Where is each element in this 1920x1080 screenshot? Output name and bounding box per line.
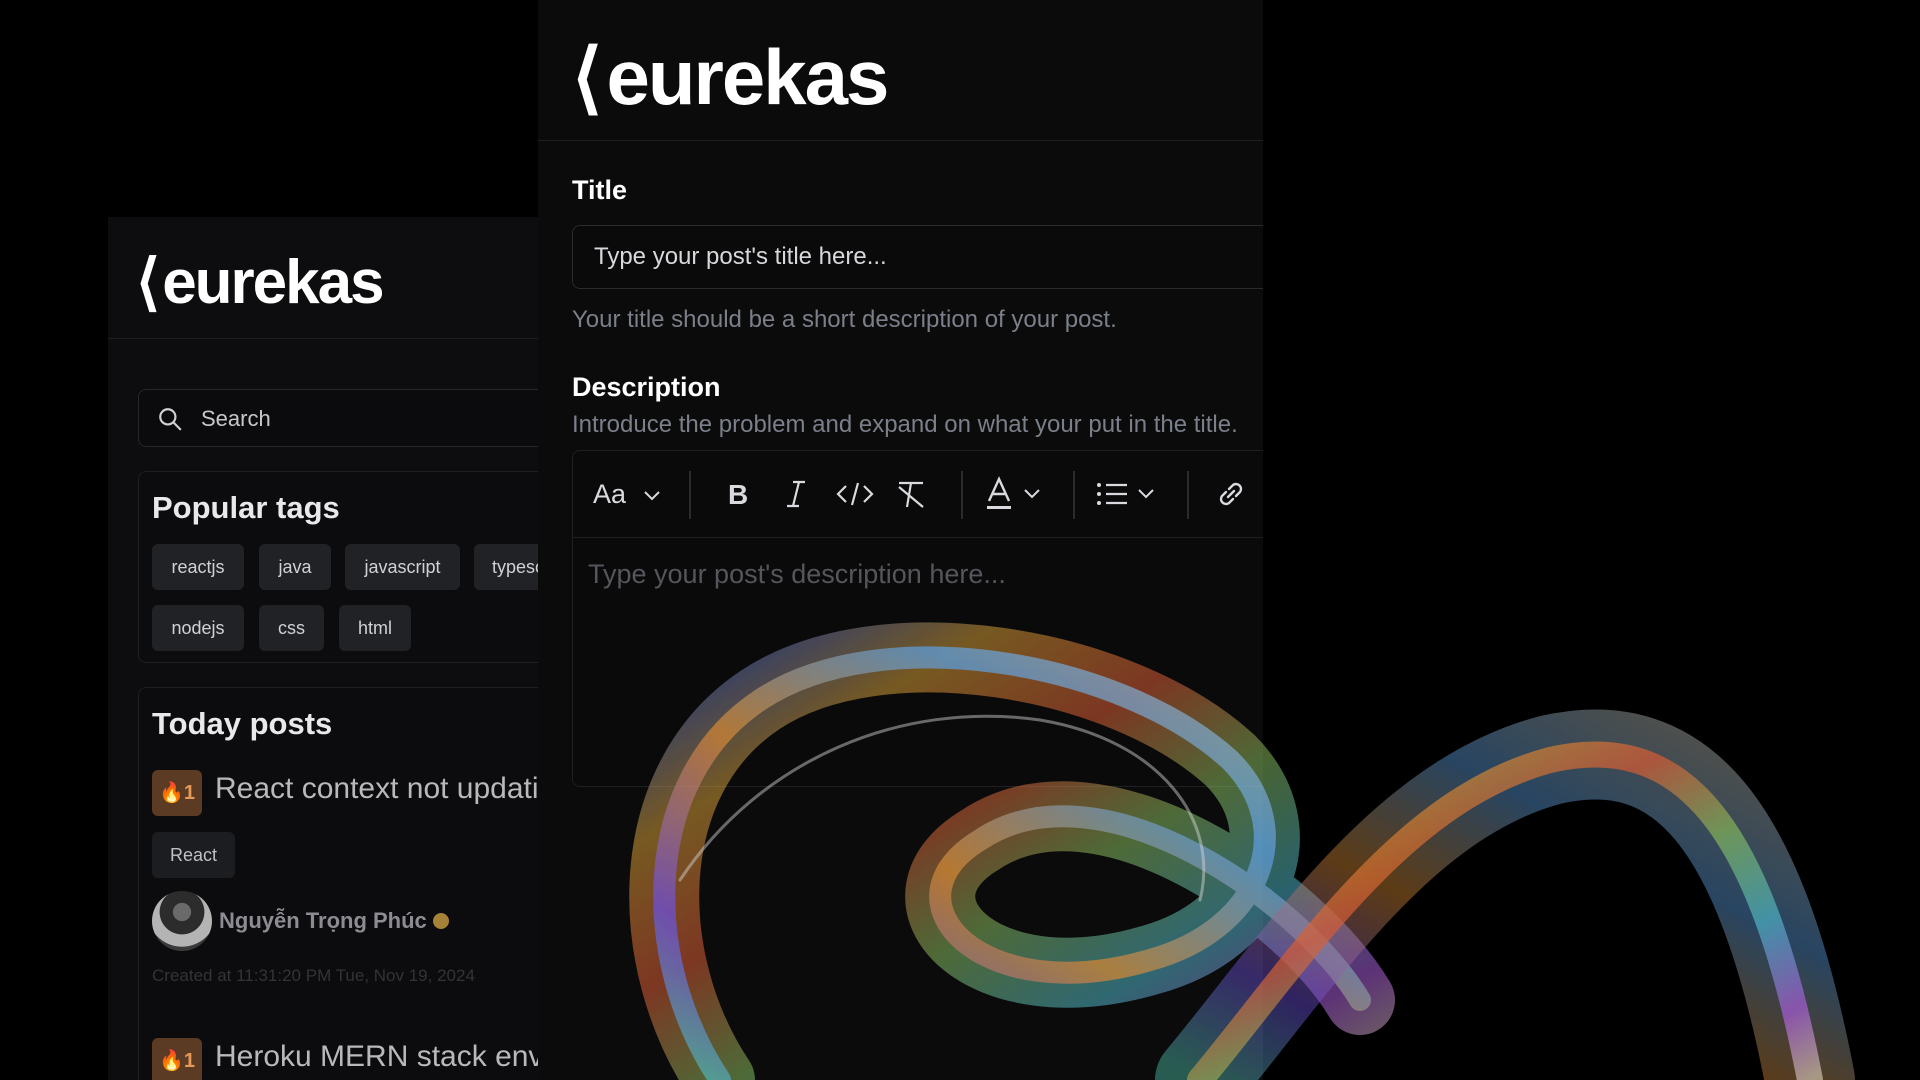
- logo-mark-icon: ⟨: [136, 248, 160, 317]
- description-editor[interactable]: Aa B Type your post's description here..…: [572, 450, 1263, 787]
- list-icon: [1097, 483, 1154, 505]
- italic-button[interactable]: [781, 473, 811, 515]
- background-app-screen: ⟨eurekas Search Popular tags reactjs jav…: [108, 217, 538, 1080]
- font-size-dropdown[interactable]: Aa: [593, 473, 663, 515]
- post-created-time: Created at 11:31:20 PM Tue, Nov 19, 2024: [152, 966, 475, 985]
- popular-tags-card: Popular tags reactjs java javascript typ…: [138, 471, 538, 663]
- eurekas-logo[interactable]: ⟨eurekas: [572, 32, 889, 123]
- popular-tags-heading: Popular tags: [152, 490, 340, 525]
- toolbar-divider: [961, 471, 963, 519]
- post-title-link[interactable]: React context not updating: [215, 772, 538, 806]
- bold-button[interactable]: B: [723, 473, 753, 515]
- font-size-label: Aa: [593, 479, 627, 509]
- text-color-dropdown[interactable]: [985, 473, 1047, 515]
- post-tag-chip[interactable]: React: [152, 832, 236, 878]
- text-color-icon: [987, 476, 1040, 509]
- tag-css[interactable]: css: [259, 605, 324, 651]
- tag-java[interactable]: java: [259, 544, 331, 590]
- tag-typescript[interactable]: typesc: [474, 544, 538, 590]
- italic-icon: [787, 480, 805, 508]
- link-button[interactable]: [1213, 473, 1249, 515]
- vote-badge: 🔥1: [152, 770, 202, 816]
- tag-javascript[interactable]: javascript: [345, 544, 460, 590]
- code-icon: [836, 482, 874, 506]
- title-input[interactable]: Type your post's title here...: [572, 225, 1263, 289]
- editor-header: ⟨eurekas: [538, 0, 1263, 141]
- tag-nodejs[interactable]: nodejs: [152, 605, 244, 651]
- search-placeholder: Search: [201, 406, 271, 431]
- link-icon: [1219, 482, 1243, 506]
- bold-icon: B: [728, 479, 748, 510]
- tag-html[interactable]: html: [339, 605, 411, 651]
- search-input[interactable]: Search: [138, 389, 538, 447]
- svg-text:B: B: [728, 479, 748, 510]
- description-placeholder: Type your post's description here...: [588, 559, 1006, 589]
- clear-format-button[interactable]: [893, 473, 929, 515]
- today-posts-card: Today posts 🔥1 React context not updatin…: [138, 687, 538, 1080]
- post-title-link[interactable]: Heroku MERN stack env v: [215, 1040, 538, 1074]
- description-label: Description: [572, 372, 721, 402]
- logo-mark-icon: ⟨: [572, 33, 602, 121]
- title-hint: Your title should be a short description…: [572, 306, 1117, 333]
- create-post-screen: ⟨eurekas Title Type your post's title he…: [538, 0, 1263, 1080]
- toolbar-divider: [1187, 471, 1189, 519]
- clear-format-icon: [898, 481, 924, 508]
- toolbar-divider: [689, 471, 691, 519]
- author-name[interactable]: Nguyễn Trọng Phúc: [219, 908, 449, 934]
- code-button[interactable]: [835, 473, 875, 515]
- list-dropdown[interactable]: [1095, 473, 1161, 515]
- search-icon: [159, 408, 182, 431]
- tag-reactjs[interactable]: reactjs: [152, 544, 244, 590]
- vote-badge: 🔥1: [152, 1038, 202, 1080]
- today-posts-heading: Today posts: [152, 706, 333, 741]
- chevron-down-icon: [644, 491, 660, 501]
- eurekas-logo[interactable]: ⟨eurekas: [136, 245, 385, 318]
- author-avatar[interactable]: [152, 891, 212, 951]
- left-header: ⟨eurekas: [108, 217, 538, 339]
- title-placeholder: Type your post's title here...: [594, 243, 887, 270]
- toolbar-divider: [1073, 471, 1075, 519]
- verified-badge-icon: [432, 913, 449, 929]
- editor-toolbar: Aa B: [573, 451, 1263, 538]
- title-label: Title: [572, 175, 628, 205]
- description-hint: Introduce the problem and expand on what…: [572, 411, 1238, 438]
